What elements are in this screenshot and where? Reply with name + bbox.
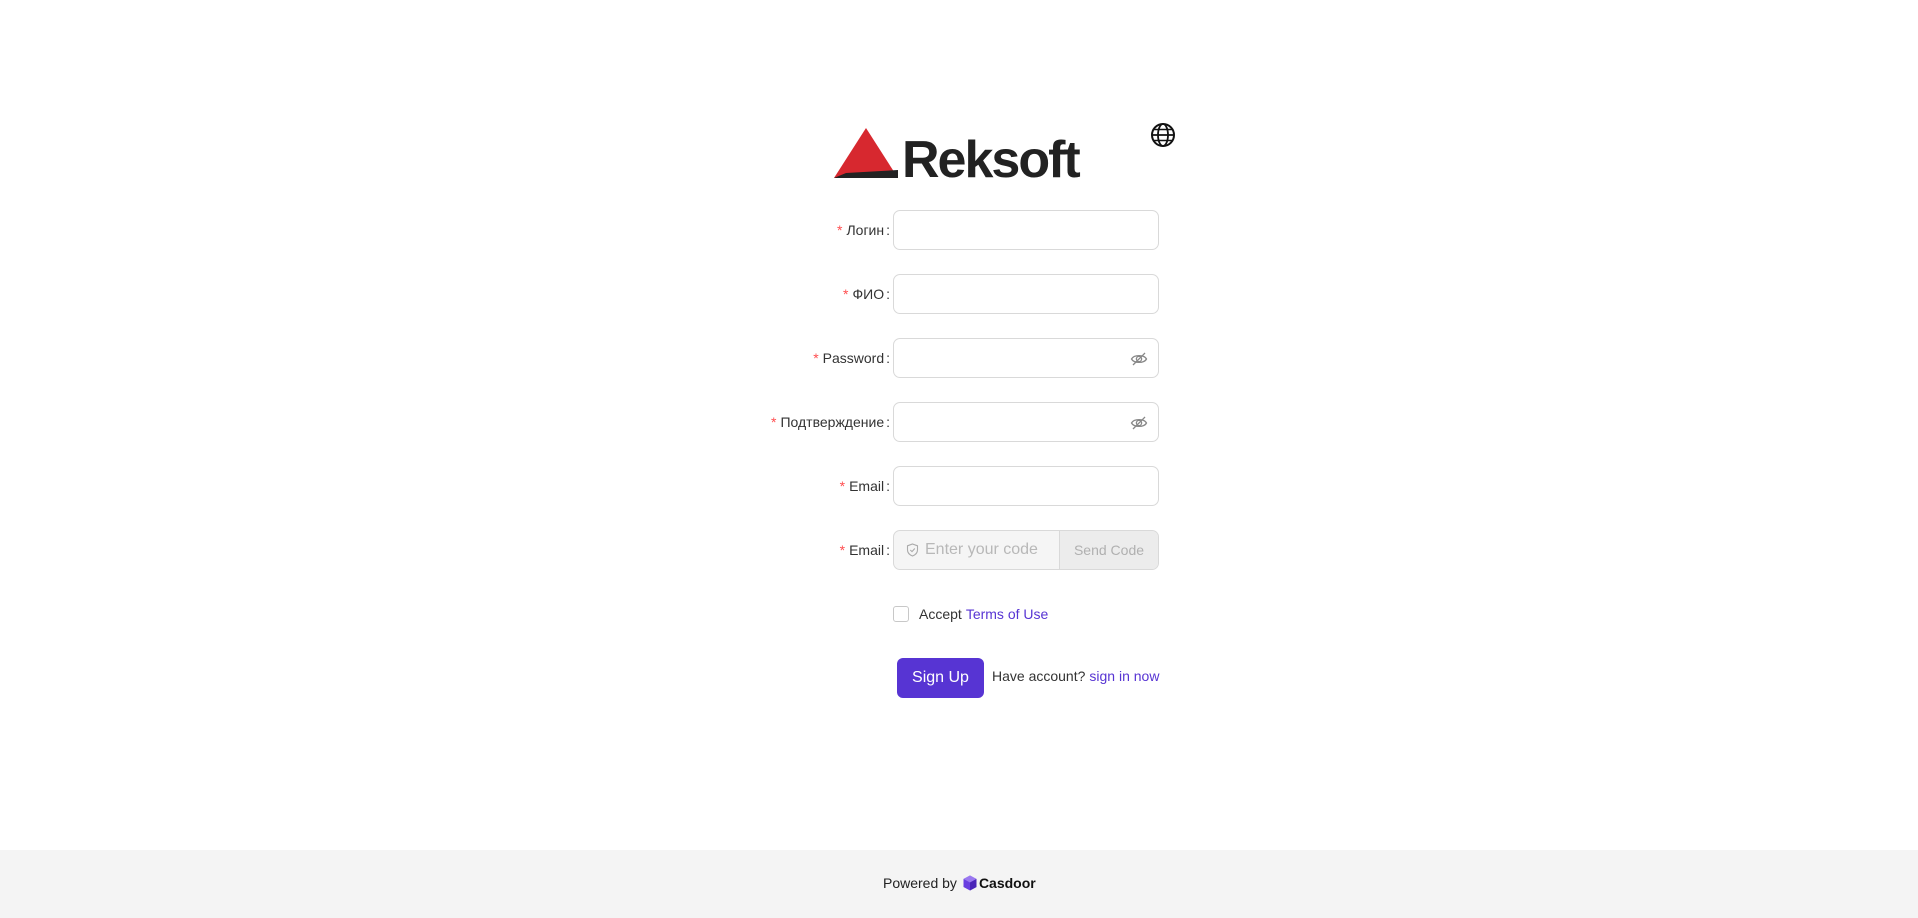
email-code-label: * Email:	[839, 542, 890, 558]
logo-text: Reksoft	[902, 131, 1080, 182]
login-row: * Логин:	[700, 210, 1160, 250]
confirm-password-input-wrapper	[893, 402, 1159, 442]
have-account-row: Have account? sign in now	[992, 668, 1159, 684]
have-account-text: Have account?	[992, 668, 1086, 684]
send-code-button[interactable]: Send Code	[1060, 531, 1158, 569]
email-code-row: * Email: Enter your code Send Code	[700, 530, 1160, 570]
password-input-wrapper	[893, 338, 1159, 378]
email-input[interactable]	[894, 467, 1158, 505]
sign-in-link[interactable]: sign in now	[1089, 668, 1159, 684]
casdoor-link[interactable]: Casdoor	[979, 875, 1036, 891]
confirm-password-row: * Подтверждение:	[700, 402, 1160, 442]
email-label: * Email:	[839, 478, 890, 494]
powered-by-text: Powered by	[883, 875, 957, 891]
password-row: * Password:	[700, 338, 1160, 378]
login-label: * Логин:	[837, 222, 890, 238]
sign-up-button[interactable]: Sign Up	[897, 658, 984, 698]
login-input[interactable]	[894, 211, 1158, 249]
shield-check-icon	[906, 543, 919, 557]
email-row: * Email:	[700, 466, 1160, 506]
terms-row: Accept Terms of Use	[893, 603, 1048, 625]
terms-of-use-link[interactable]: Terms of Use	[966, 606, 1048, 622]
email-code-input[interactable]: Enter your code	[894, 531, 1060, 569]
terms-checkbox[interactable]	[893, 606, 909, 622]
email-code-group: Enter your code Send Code	[893, 530, 1159, 570]
powered-by: Powered by Casdoor	[883, 875, 1036, 891]
globe-icon[interactable]	[1150, 122, 1176, 148]
email-input-wrapper	[893, 466, 1159, 506]
signup-page: Reksoft * Логин: * ФИО: * Password: * По…	[0, 0, 1918, 918]
reksoft-logo: Reksoft	[834, 126, 1086, 182]
confirm-password-input[interactable]	[894, 403, 1158, 441]
email-code-placeholder: Enter your code	[925, 541, 1038, 558]
eye-slash-icon[interactable]	[1130, 350, 1148, 368]
password-input[interactable]	[894, 339, 1158, 377]
full-name-input[interactable]	[894, 275, 1158, 313]
eye-slash-icon[interactable]	[1130, 414, 1148, 432]
password-label: * Password:	[813, 350, 890, 366]
footer: Powered by Casdoor	[0, 850, 1918, 918]
terms-accept-label: Accept	[919, 606, 962, 622]
login-input-wrapper	[893, 210, 1159, 250]
full-name-row: * ФИО:	[700, 274, 1160, 314]
full-name-label: * ФИО:	[843, 286, 890, 302]
confirm-password-label: * Подтверждение:	[771, 414, 890, 430]
casdoor-cube-icon	[963, 875, 977, 891]
full-name-input-wrapper	[893, 274, 1159, 314]
reksoft-logo-image: Reksoft	[834, 128, 1082, 182]
